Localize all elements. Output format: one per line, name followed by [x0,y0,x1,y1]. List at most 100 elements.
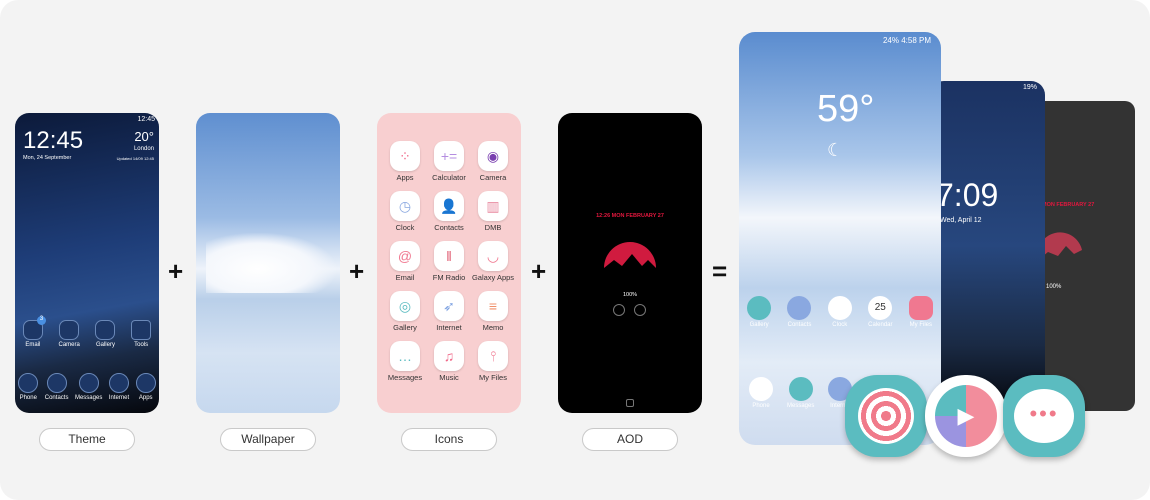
back-battery: 100% [1046,284,1062,290]
app-icon-fm-radio[interactable]: ‖ FM Radio [427,241,471,282]
app-label: Email [395,273,415,282]
plus-sign: + [349,256,365,286]
app-camera[interactable]: Camera [58,320,80,348]
plus-equals-icon: += [434,141,464,171]
mountain-sun-icon [604,242,656,268]
plus-sign: + [168,256,184,286]
label-aod: AOD [582,428,678,451]
weather-temp: 20° [134,129,154,144]
aod-time-date: 12:26 MON FEBRUARY 27 [596,213,664,219]
app-label: Internet [436,323,462,332]
dock: Phone Contacts Messages Internet Apps [15,373,159,401]
compass-icon: ➶ [434,291,464,321]
main-apps: Gallery Contacts Clock 25 Calendar My Fil… [739,296,941,328]
app-contacts[interactable]: Contacts [787,296,812,328]
app-label: Galaxy Apps [471,273,515,282]
lollipop-icon: ◎ [390,291,420,321]
app-icon-contacts[interactable]: 👤 Contacts [427,191,471,232]
app-label: Camera [479,173,507,182]
dock-messages[interactable]: Messages [75,373,102,401]
home-button-icon [626,399,634,407]
app-calendar[interactable]: 25 Calendar [868,296,893,328]
app-tools[interactable]: Tools [131,320,152,348]
shopping-bag-icon: ◡ [478,241,508,271]
status-time: 12:45 [137,116,155,123]
aod-preview-phone: 12:26 MON FEBRUARY 27 100% [558,113,702,413]
notepad-icon: ≡ [478,291,508,321]
email-badge: 3 [37,316,46,325]
app-icon-camera[interactable]: ◉ Camera [471,141,515,182]
home-apps: Email 3 Camera Gallery Tools [15,316,159,348]
camera-lens-icon: ◉ [478,141,508,171]
person-icon: 👤 [434,191,464,221]
app-icon-email[interactable]: @ Email [383,241,427,282]
dock-phone[interactable]: Phone [18,373,39,401]
dock-contacts[interactable]: Contacts [45,373,68,401]
app-icon-galaxy-apps[interactable]: ◡ Galaxy Apps [471,241,515,282]
app-label: My Files [479,373,507,382]
folder-icon: ⫯ [478,341,508,371]
gallery-lollipop-icon [845,375,927,457]
app-label: Apps [396,173,414,182]
aod-battery: 100% [622,292,638,298]
plus-sign: + [531,256,547,286]
clock-icon: ◷ [390,191,420,221]
app-icon-dmb[interactable]: ▥ DMB [471,191,515,232]
app-icon-my-files[interactable]: ⫯ My Files [471,341,515,382]
dock-phone[interactable]: Phone [749,377,773,409]
date: Mon, 24 September [23,155,72,161]
weather-location: London [133,146,154,152]
video-player-icon: ▶ [925,375,1007,457]
dock-messages[interactable]: Messages [787,377,814,409]
result-aod-phone: MON FEBRUARY 27 100% [1030,101,1135,411]
app-label: Contacts [434,223,464,232]
mid-clock: 7:09 [936,177,999,213]
app-icon-music[interactable]: ♫ Music [427,341,471,382]
app-label: Clock [395,223,415,232]
at-envelope-icon: @ [390,241,420,271]
app-icon-apps[interactable]: ⁘ Apps [383,141,427,182]
app-clock[interactable]: Clock [827,296,852,328]
messages-chat-icon: ••• [1003,375,1085,457]
app-my-files[interactable]: My Files [908,296,933,328]
app-icon-gallery[interactable]: ◎ Gallery [383,291,427,332]
message-icon [634,304,646,316]
clock: 12:45 [23,127,84,154]
app-gallery[interactable]: Gallery [95,320,116,348]
tv-bars-icon: ▥ [478,191,508,221]
missed-call-icon [613,304,625,316]
app-email[interactable]: Email 3 [22,316,46,348]
app-label: Calculator [432,173,466,182]
icons-preview: ⁘ Apps += Calculator ◉ Camera ◷ Clock 👤 Contacts ▥… [377,113,521,413]
equals-sign: = [712,256,728,286]
app-icon-internet[interactable]: ➶ Internet [427,291,471,332]
radio-bars-icon: ‖ [434,241,464,271]
dock-internet[interactable]: Internet [109,373,129,401]
mid-date: Wed, April 12 [940,217,982,224]
label-wallpaper: Wallpaper [220,428,316,451]
app-gallery[interactable]: Gallery [747,296,772,328]
app-label: FM Radio [432,273,466,282]
dock-apps[interactable]: Apps [135,373,156,401]
app-label: Gallery [393,323,417,332]
app-icon-calculator[interactable]: += Calculator [427,141,471,182]
app-icon-memo[interactable]: ≡ Memo [471,291,515,332]
result-theme-phone: 19% 7:09 Wed, April 12 [930,81,1045,411]
app-label: Messages [387,373,423,382]
icon-grid: ⁘ Apps += Calculator ◉ Camera ◷ Clock 👤 Contacts ▥… [383,141,515,382]
mid-status: 19% [1022,84,1037,91]
music-note-icon: ♫ [434,341,464,371]
main-temp: 59° [817,88,875,130]
theme-preview-phone: 12:45 12:45 Mon, 24 September 20° London… [15,113,159,413]
app-label: DMB [484,223,502,232]
back-date: MON FEBRUARY 27 [1042,202,1095,208]
app-icon-clock[interactable]: ◷ Clock [383,191,427,232]
wallpaper-preview [196,113,340,413]
label-icons: Icons [401,428,497,451]
label-theme: Theme [39,428,135,451]
cloud [206,233,336,293]
apps-grid-icon: ⁘ [390,141,420,171]
app-label: Memo [482,323,504,332]
app-icon-messages[interactable]: … Messages [383,341,427,382]
main-status: 24% 4:58 PM [882,36,931,45]
